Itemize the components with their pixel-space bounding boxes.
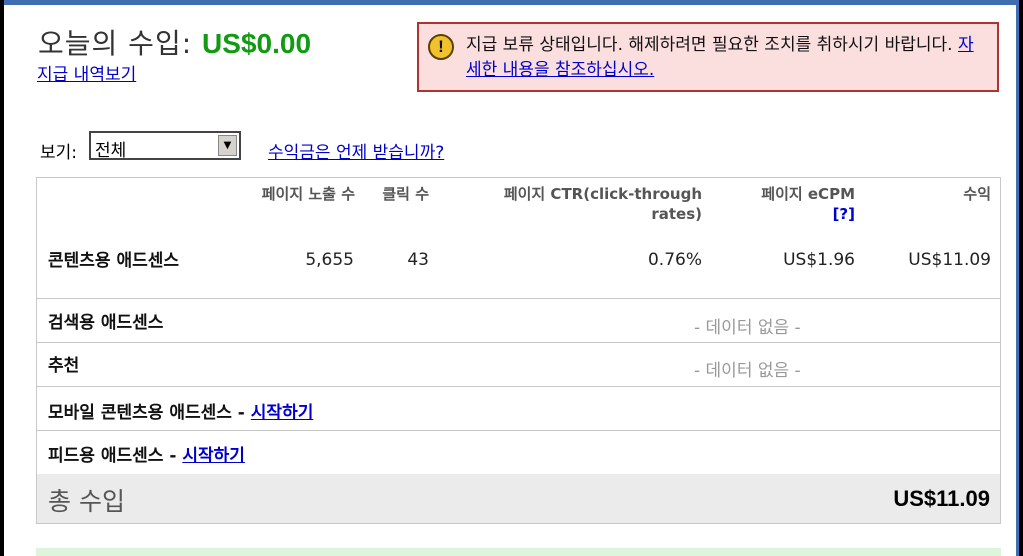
row-mobile-name: 모바일 콘텐츠용 애드센스 [48, 403, 232, 423]
header-ctr: 페이지 CTR(click-through rates) [503, 185, 702, 223]
row-divider [37, 430, 1000, 431]
row-mobile-sep: - [231, 403, 251, 423]
alert-message: 지급 보류 상태입니다. 해제하려면 필요한 조치를 취하시기 바랍니다. 자세… [466, 33, 986, 83]
row-content-clicks: 43 [407, 250, 429, 270]
row-referrals-nodata: - 데이터 없음 - [694, 361, 801, 381]
feed-get-started-link[interactable]: 시작하기 [182, 446, 245, 466]
total-earnings-label: 총 수입 [48, 487, 125, 516]
row-divider [37, 298, 1000, 299]
ecpm-help-link[interactable]: [?] [833, 205, 855, 223]
total-earnings-value: US$11.09 [893, 486, 990, 511]
exclamation-icon: ! [428, 34, 454, 60]
alert-message-text: 지급 보류 상태입니다. 해제하려면 필요한 조치를 취하시기 바랍니다. [466, 35, 953, 55]
payment-history-link[interactable]: 지급 내역보기 [37, 60, 136, 85]
total-earnings-row: 총 수입 US$11.09 [37, 474, 1000, 523]
when-paid-link[interactable]: 수익금은 언제 받습니까? [268, 138, 444, 163]
view-select[interactable]: 전체 ▼ [89, 131, 241, 161]
row-feed-adsense: 피드용 애드센스 - 시작하기 [48, 441, 245, 466]
window-frame-accent [1016, 0, 1019, 556]
next-section-strip [36, 548, 1001, 556]
todays-earnings-label: 오늘의 수입: [38, 27, 193, 60]
row-divider [37, 386, 1000, 387]
row-content-ecpm: US$1.96 [783, 250, 855, 270]
todays-earnings-heading: 오늘의 수입: US$0.00 [38, 22, 311, 62]
header-ecpm: 페이지 eCPM [?] [737, 184, 855, 224]
row-mobile-adsense: 모바일 콘텐츠용 애드센스 - 시작하기 [48, 398, 313, 423]
header-ecpm-label: 페이지 eCPM [761, 185, 855, 203]
row-content-earnings: US$11.09 [908, 250, 991, 270]
row-content-ctr: 0.76% [647, 250, 702, 270]
chevron-down-icon[interactable]: ▼ [218, 135, 237, 156]
view-select-value: 전체 [95, 141, 127, 161]
window-frame-left [0, 0, 4, 556]
window-frame-top [4, 0, 1019, 5]
header-earnings: 수익 [963, 185, 991, 203]
row-feed-name: 피드용 애드센스 [48, 446, 164, 466]
row-feed-sep: - [163, 446, 183, 466]
row-content-impressions: 5,655 [305, 250, 354, 270]
window-frame-right [1019, 0, 1023, 556]
row-referrals-name: 추천 [48, 356, 80, 376]
row-content-adsense-name: 콘텐츠용 애드센스 [48, 251, 180, 271]
row-search-nodata: - 데이터 없음 - [694, 318, 801, 338]
payment-hold-alert: ! 지급 보류 상태입니다. 해제하려면 필요한 조치를 취하시기 바랍니다. … [417, 22, 999, 92]
earnings-table: 페이지 노출 수 클릭 수 페이지 CTR(click-through rate… [36, 177, 1001, 524]
view-label: 보기: [40, 143, 78, 163]
header-clicks: 클릭 수 [382, 185, 429, 203]
header-impressions: 페이지 노출 수 [261, 185, 355, 203]
row-divider [37, 342, 1000, 343]
row-search-adsense-name: 검색용 애드센스 [48, 313, 164, 333]
mobile-get-started-link[interactable]: 시작하기 [251, 403, 314, 423]
todays-earnings-amount: US$0.00 [202, 28, 312, 59]
